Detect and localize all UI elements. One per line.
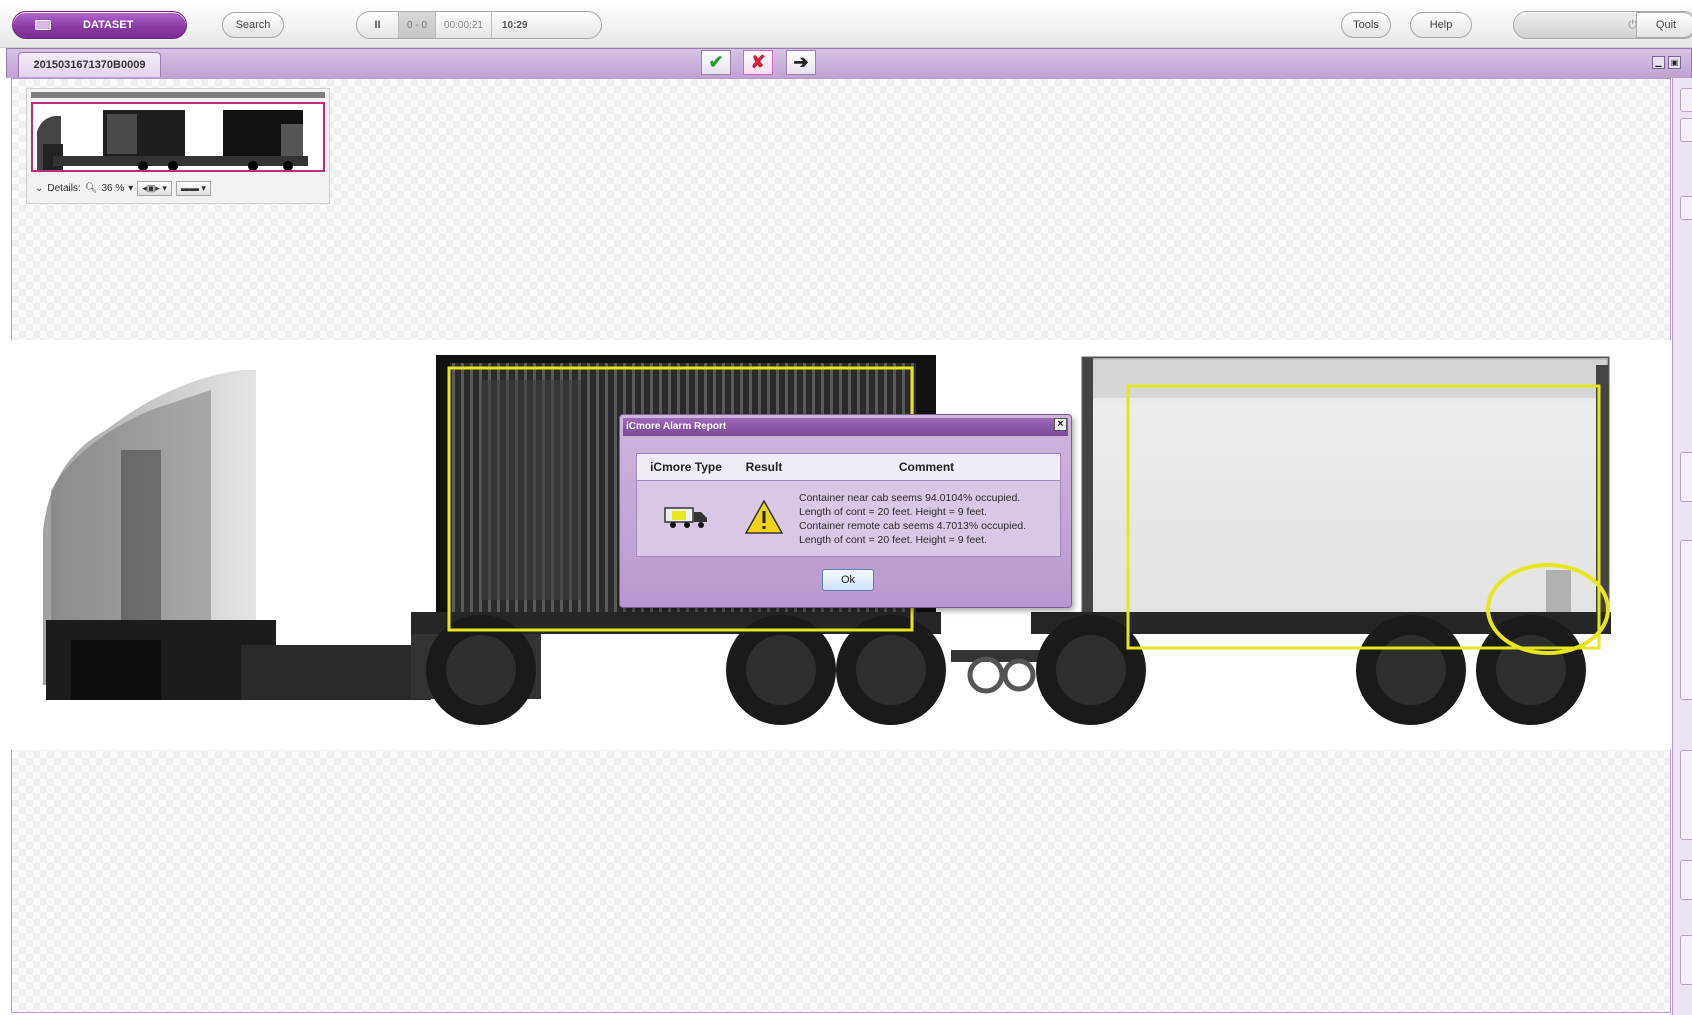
container-remote-cab	[1081, 356, 1610, 622]
close-icon[interactable]: ×	[1054, 418, 1067, 431]
rail-button[interactable]	[1680, 860, 1692, 900]
dataset-label: DATASET	[83, 19, 134, 31]
checkmark-icon: ✔	[708, 52, 724, 72]
top-toolbar: DATASET Search II 0 - 0 00:00:21 10:29 T…	[0, 0, 1692, 48]
clock: 10:29	[501, 19, 528, 31]
details-toggle[interactable]: ⌄	[35, 183, 43, 194]
next-button[interactable]: ➔	[786, 50, 816, 75]
warning-icon	[735, 498, 793, 540]
report-table: iCmore Type Result Comment Container nea…	[636, 453, 1061, 557]
ok-button[interactable]: Ok	[822, 569, 874, 591]
scan-id-tab[interactable]: 2015031671370B0009	[18, 52, 161, 77]
tools-button[interactable]: Tools	[1341, 12, 1391, 38]
vehicle-dropdown[interactable]: ▬▬ ▾	[175, 180, 211, 196]
report-header-row: iCmore Type Result Comment	[637, 454, 1060, 481]
comment-line: Length of cont = 20 feet. Height = 9 fee…	[799, 534, 987, 546]
overview-thumbnail[interactable]	[31, 102, 325, 172]
app-window: DATASET Search II 0 - 0 00:00:21 10:29 T…	[0, 0, 1692, 1015]
reject-button[interactable]: ✘	[743, 50, 773, 75]
zoom-value[interactable]: 36 %	[101, 183, 124, 194]
scan-counter: 0 - 0	[399, 12, 437, 38]
search-button[interactable]: Search	[222, 12, 284, 38]
table-row: Container near cab seems 94.0104% occupi…	[637, 481, 1060, 557]
scan-header	[6, 48, 1692, 78]
dialog-title: iCmore Alarm Report	[623, 418, 1068, 436]
minimize-icon[interactable]: ▁	[1652, 56, 1665, 69]
comment-line: Container remote cab seems 4.7013% occup…	[799, 520, 1027, 532]
quit-button[interactable]: Quit	[1636, 12, 1692, 38]
arrow-right-icon: ➔	[793, 52, 809, 72]
rail-button[interactable]	[1680, 88, 1692, 112]
zoom-icon: 🔍︎	[84, 182, 98, 194]
rail-button[interactable]	[1680, 750, 1692, 840]
truck-type-icon	[637, 504, 735, 535]
rail-button[interactable]	[1680, 118, 1692, 142]
overview-panel: ⌄ Details: 🔍︎ 36 % ▾ ◂▣▸ ▾ ▬▬ ▾	[26, 88, 330, 204]
column-header: Comment	[898, 460, 955, 474]
help-button[interactable]: Help	[1410, 12, 1472, 38]
pause-button[interactable]: II	[357, 12, 399, 38]
overview-controls: ⌄ Details: 🔍︎ 36 % ▾ ◂▣▸ ▾ ▬▬ ▾	[35, 179, 211, 197]
restore-icon[interactable]: ▣	[1668, 56, 1681, 69]
comment-line: Length of cont = 20 feet. Height = 9 fee…	[799, 506, 987, 518]
alarm-report-dialog: iCmore Alarm Report × iCmore Type Result…	[619, 414, 1072, 608]
details-label: Details:	[47, 182, 81, 194]
column-header: iCmore Type	[650, 460, 722, 474]
comment-line: Container near cab seems 94.0104% occupi…	[799, 492, 1021, 504]
playback-control: II 0 - 0 00:00:21 10:29	[356, 11, 602, 39]
rail-button[interactable]	[1680, 452, 1692, 502]
dataset-icon	[35, 20, 51, 30]
view-mode-dropdown[interactable]: ◂▣▸ ▾	[137, 180, 172, 196]
elapsed-time: 00:00:21	[436, 12, 492, 38]
overview-scrollbar[interactable]	[31, 92, 325, 98]
zoom-dropdown-icon[interactable]: ▾	[128, 183, 133, 194]
chassis-2	[1031, 612, 1611, 725]
column-header: Result	[745, 460, 783, 474]
comment-cell: Container near cab seems 94.0104% occupi…	[793, 491, 1060, 547]
truck-cab	[43, 370, 431, 750]
cross-icon: ✘	[750, 52, 766, 72]
accept-button[interactable]: ✔	[701, 50, 731, 75]
rail-button[interactable]	[1680, 540, 1692, 700]
rail-button[interactable]	[1680, 196, 1692, 220]
dataset-button[interactable]: DATASET	[12, 11, 187, 39]
rail-button[interactable]	[1680, 935, 1692, 985]
